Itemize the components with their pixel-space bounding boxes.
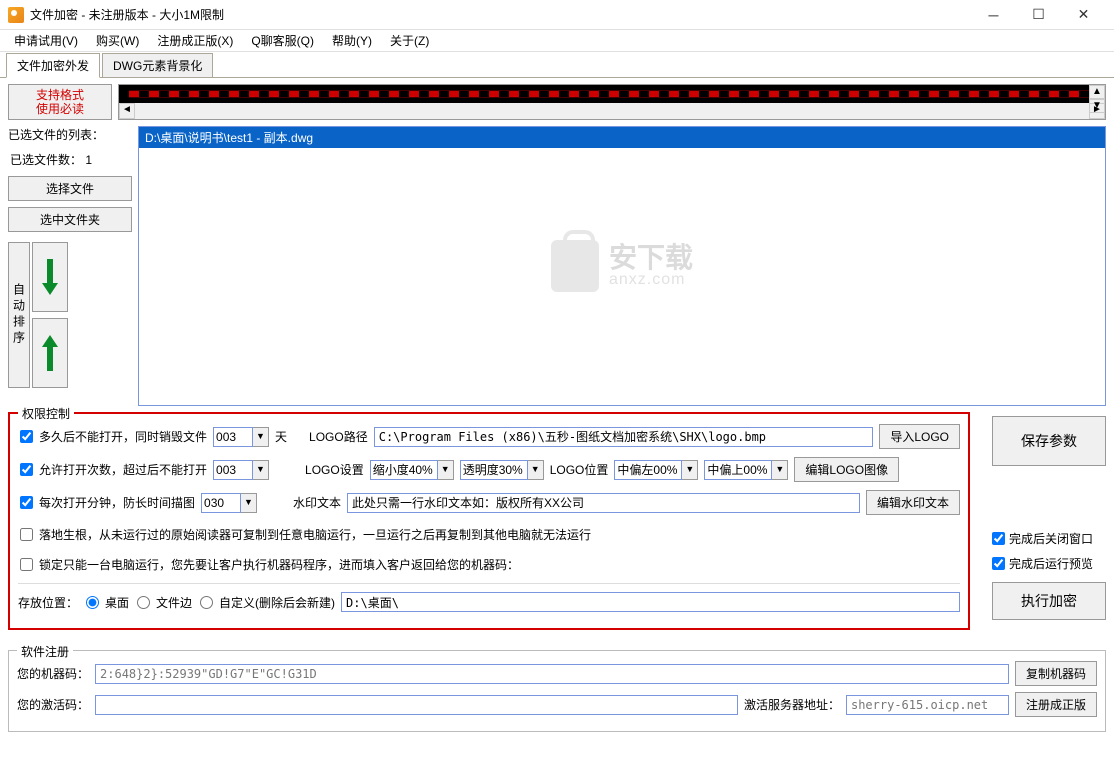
machine-code-input[interactable]	[95, 664, 1009, 684]
tab-dwg-background[interactable]: DWG元素背景化	[102, 53, 213, 77]
save-params-button[interactable]: 保存参数	[992, 416, 1106, 466]
menu-bar: 申请试用(V) 购买(W) 注册成正版(X) Q聊客服(Q) 帮助(Y) 关于(…	[0, 30, 1114, 52]
chevron-down-icon[interactable]: ▼	[253, 427, 269, 447]
scroll-left-icon[interactable]: ◄	[119, 103, 135, 119]
file-list[interactable]: D:\桌面\说明书\test1 - 副本.dwg 安下载 anxz.com	[138, 126, 1106, 406]
single-pc-checkbox[interactable]: 锁定只能一台电脑运行，您先要让客户执行机器码程序，进而填入客户返回给您的机器码：	[18, 556, 519, 573]
loc-desktop-radio[interactable]: 桌面	[84, 594, 129, 611]
menu-service[interactable]: Q聊客服(Q)	[243, 30, 322, 51]
logo-transparency-combo[interactable]: ▼	[460, 460, 544, 480]
logo-scale-combo[interactable]: ▼	[370, 460, 454, 480]
list-item[interactable]: D:\桌面\说明书\test1 - 副本.dwg	[139, 127, 1105, 148]
logo-posy-combo[interactable]: ▼	[704, 460, 788, 480]
menu-about[interactable]: 关于(Z)	[382, 30, 437, 51]
open-count-combo[interactable]: ▼	[213, 460, 269, 480]
import-logo-button[interactable]: 导入LOGO	[879, 424, 960, 449]
app-icon	[8, 7, 24, 23]
expire-checkbox[interactable]: 多久后不能打开，同时销毁文件	[18, 428, 207, 445]
logo-position-label: LOGO位置	[550, 461, 609, 478]
tab-encrypt-send[interactable]: 文件加密外发	[6, 53, 100, 78]
hscrollbar[interactable]: ◄ ►	[119, 103, 1105, 119]
close-after-checkbox[interactable]: 完成后关闭窗口	[992, 530, 1106, 547]
menu-buy[interactable]: 购买(W)	[88, 30, 147, 51]
window-title: 文件加密 - 未注册版本 - 大小1M限制	[30, 6, 971, 23]
loc-fileside-radio[interactable]: 文件边	[135, 594, 192, 611]
minimize-button[interactable]: ─	[971, 1, 1016, 29]
menu-register[interactable]: 注册成正版(X)	[149, 30, 241, 51]
scroll-up-icon[interactable]: ▲	[1089, 85, 1105, 99]
chevron-down-icon[interactable]: ▼	[241, 493, 257, 513]
file-count-value: 1	[85, 153, 92, 167]
activate-code-input[interactable]	[95, 695, 738, 715]
ruler-strip	[119, 85, 1105, 103]
select-folder-button[interactable]: 选中文件夹	[8, 207, 132, 232]
watermark-text-label: 水印文本	[293, 494, 341, 511]
expire-days-combo[interactable]: ▼	[213, 427, 269, 447]
register-full-button[interactable]: 注册成正版	[1015, 692, 1097, 717]
preview-after-checkbox[interactable]: 完成后运行预览	[992, 555, 1106, 572]
permission-group: 权限控制 多久后不能打开，同时销毁文件 ▼ 天 LOGO路径 导入LOGO 允许…	[8, 412, 970, 630]
close-button[interactable]: ✕	[1061, 1, 1106, 29]
activation-server-input[interactable]	[846, 695, 1009, 715]
edit-logo-button[interactable]: 编辑LOGO图像	[794, 457, 899, 482]
loc-custom-radio[interactable]: 自定义(删除后会新建)	[198, 594, 335, 611]
chevron-down-icon[interactable]: ▼	[438, 460, 454, 480]
move-down-button[interactable]	[32, 242, 68, 312]
ruler-panel: ◄ ► ▲ ▼	[118, 84, 1106, 120]
vscrollbar[interactable]: ▲ ▼	[1089, 85, 1105, 103]
watermark-text-input[interactable]	[347, 493, 860, 513]
register-legend: 软件注册	[17, 643, 73, 660]
copy-machine-code-button[interactable]: 复制机器码	[1015, 661, 1097, 686]
arrow-down-icon	[41, 257, 59, 297]
logo-path-label: LOGO路径	[309, 428, 368, 445]
open-minutes-combo[interactable]: ▼	[201, 493, 257, 513]
select-file-button[interactable]: 选择文件	[8, 176, 132, 201]
scroll-down-icon[interactable]: ▼	[1089, 99, 1105, 113]
logo-path-input[interactable]	[374, 427, 874, 447]
arrow-up-icon	[41, 333, 59, 373]
root-lock-checkbox[interactable]: 落地生根，从未运行过的原始阅读器可复制到任意电脑运行，一旦运行之后再复制到其他电…	[18, 526, 591, 543]
auto-sort-label: 自动排序	[8, 242, 30, 388]
selected-list-label: 已选文件的列表：	[8, 126, 132, 143]
execute-encrypt-button[interactable]: 执行加密	[992, 582, 1106, 620]
activation-server-label: 激活服务器地址：	[744, 696, 840, 713]
lock-icon	[551, 240, 599, 292]
menu-trial[interactable]: 申请试用(V)	[6, 30, 86, 51]
format-help-button[interactable]: 支持格式 使用必读	[8, 84, 112, 120]
logo-posx-combo[interactable]: ▼	[614, 460, 698, 480]
file-count-label: 已选文件数：	[10, 153, 82, 167]
menu-help[interactable]: 帮助(Y)	[324, 30, 380, 51]
register-group: 软件注册 您的机器码： 复制机器码 您的激活码： 激活服务器地址： 注册成正版	[8, 650, 1106, 732]
tab-bar: 文件加密外发 DWG元素背景化	[0, 52, 1114, 78]
save-location-label: 存放位置：	[18, 594, 78, 611]
edit-watermark-button[interactable]: 编辑水印文本	[866, 490, 960, 515]
maximize-button[interactable]: ☐	[1016, 1, 1061, 29]
permission-legend: 权限控制	[18, 405, 74, 422]
chevron-down-icon[interactable]: ▼	[772, 460, 788, 480]
open-minutes-checkbox[interactable]: 每次打开分钟，防长时间描图	[18, 494, 195, 511]
watermark: 安下载 anxz.com	[551, 240, 693, 292]
logo-settings-label: LOGO设置	[305, 461, 364, 478]
activate-code-label: 您的激活码：	[17, 696, 89, 713]
move-up-button[interactable]	[32, 318, 68, 388]
chevron-down-icon[interactable]: ▼	[682, 460, 698, 480]
chevron-down-icon[interactable]: ▼	[528, 460, 544, 480]
open-count-checkbox[interactable]: 允许打开次数，超过后不能打开	[18, 461, 207, 478]
chevron-down-icon[interactable]: ▼	[253, 460, 269, 480]
save-path-input[interactable]	[341, 592, 960, 612]
machine-code-label: 您的机器码：	[17, 665, 89, 682]
